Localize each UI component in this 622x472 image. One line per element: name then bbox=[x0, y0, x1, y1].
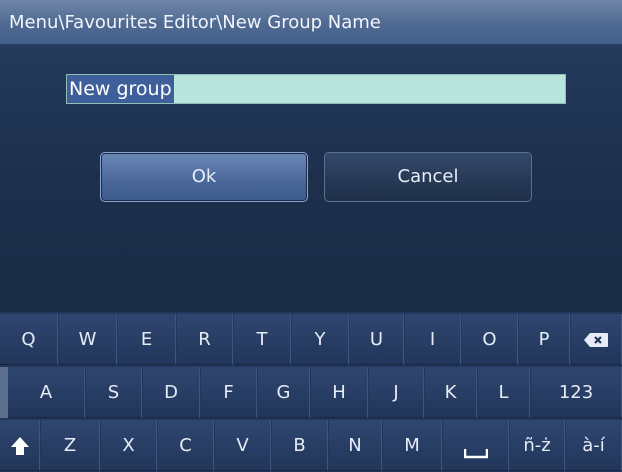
space-key[interactable] bbox=[443, 420, 509, 471]
key-n[interactable]: N bbox=[329, 420, 382, 471]
accent-key-n-z[interactable]: ñ-ż bbox=[510, 420, 565, 471]
key-h[interactable]: H bbox=[311, 367, 368, 418]
key-u[interactable]: U bbox=[350, 314, 404, 365]
shift-icon bbox=[10, 437, 29, 455]
key-l[interactable]: L bbox=[478, 367, 530, 418]
key-c[interactable]: C bbox=[158, 420, 214, 471]
group-name-input[interactable]: New group bbox=[66, 74, 566, 104]
accent-key-a-i[interactable]: à-í bbox=[566, 420, 622, 471]
key-s[interactable]: S bbox=[86, 367, 142, 418]
key-y[interactable]: Y bbox=[292, 314, 349, 365]
key-f[interactable]: F bbox=[201, 367, 257, 418]
backspace-icon bbox=[584, 333, 608, 347]
group-name-value: New group bbox=[67, 75, 174, 103]
on-screen-keyboard: Q W E R T Y U I O P A S D F G H J K L 12… bbox=[0, 312, 622, 472]
key-a[interactable]: A bbox=[8, 367, 85, 418]
key-i[interactable]: I bbox=[405, 314, 461, 365]
page-title: Menu\Favourites Editor\New Group Name bbox=[9, 12, 381, 33]
key-p[interactable]: P bbox=[519, 314, 570, 365]
key-m[interactable]: M bbox=[383, 420, 442, 471]
ok-button[interactable]: Ok bbox=[100, 152, 308, 202]
key-j[interactable]: J bbox=[369, 367, 424, 418]
key-x[interactable]: X bbox=[101, 420, 157, 471]
shift-key[interactable] bbox=[0, 420, 40, 471]
space-icon bbox=[463, 449, 488, 459]
key-e[interactable]: E bbox=[118, 314, 176, 365]
key-z[interactable]: Z bbox=[41, 420, 100, 471]
key-v[interactable]: V bbox=[215, 420, 271, 471]
key-r[interactable]: R bbox=[177, 314, 233, 365]
backspace-key[interactable] bbox=[571, 314, 622, 365]
title-bar: Menu\Favourites Editor\New Group Name bbox=[0, 0, 622, 46]
cancel-button[interactable]: Cancel bbox=[324, 152, 532, 202]
key-w[interactable]: W bbox=[59, 314, 117, 365]
key-d[interactable]: D bbox=[143, 367, 200, 418]
key-q[interactable]: Q bbox=[0, 314, 58, 365]
numbers-key[interactable]: 123 bbox=[531, 367, 622, 418]
key-o[interactable]: O bbox=[462, 314, 518, 365]
key-g[interactable]: G bbox=[258, 367, 310, 418]
key-b[interactable]: B bbox=[272, 420, 328, 471]
keyboard-left-edge bbox=[0, 367, 8, 418]
key-k[interactable]: K bbox=[425, 367, 477, 418]
key-t[interactable]: T bbox=[234, 314, 291, 365]
